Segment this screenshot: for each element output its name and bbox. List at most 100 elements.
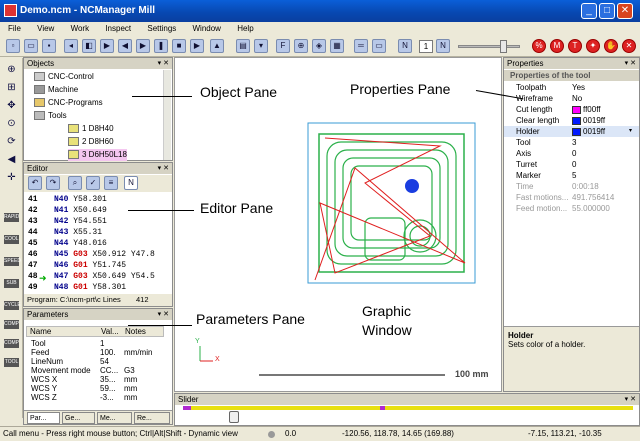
object-pane-scrollbar[interactable] xyxy=(163,70,171,160)
zoom-fit-icon[interactable]: ⊙ xyxy=(4,118,19,132)
arrow-left-icon[interactable]: ◀ xyxy=(4,154,19,168)
collision-stop-icon[interactable]: ✦ xyxy=(586,39,600,53)
tab-report[interactable]: Re... xyxy=(134,412,170,424)
editor-check-icon[interactable]: ✓ xyxy=(86,176,100,190)
step-back-icon[interactable]: ◀ xyxy=(118,39,132,53)
view-icon[interactable]: ◧ xyxy=(82,39,96,53)
editor-list-icon[interactable]: ≡ xyxy=(104,176,118,190)
param-name: WCS Z xyxy=(31,393,57,402)
property-row[interactable]: Axis 0 xyxy=(504,148,639,159)
speed-slider-thumb[interactable] xyxy=(500,40,507,53)
measure-icon[interactable]: ▭ xyxy=(372,39,386,53)
stop-icon[interactable]: ■ xyxy=(172,39,186,53)
pause-icon[interactable]: ❚ xyxy=(154,39,168,53)
percent-stop-icon[interactable]: % xyxy=(532,39,546,53)
toolpath-view[interactable] xyxy=(175,58,503,393)
column-notes[interactable]: Notes xyxy=(125,327,146,336)
dropdown-arrow-icon[interactable]: ▾ xyxy=(629,126,632,137)
tab-parameters[interactable]: Par... xyxy=(27,412,60,424)
pane-controls-icon[interactable]: ▾ ✕ xyxy=(625,58,636,69)
n-rewind-icon[interactable]: N xyxy=(398,39,412,53)
comp-toggle[interactable]: COMP xyxy=(4,320,19,329)
maximize-icon[interactable]: □ xyxy=(599,3,615,19)
zoom-window-icon[interactable]: ⊞ xyxy=(4,82,19,96)
undo-icon[interactable]: ◂ xyxy=(64,39,78,53)
speed-toggle[interactable]: SPEED xyxy=(4,257,21,266)
step-counter-field[interactable]: 1 xyxy=(419,40,433,53)
pane-controls-icon[interactable]: ▾ ✕ xyxy=(158,163,169,174)
menu-work[interactable]: Work xyxy=(71,24,90,33)
tree-item-tool-3[interactable]: 3 D6H50L18 xyxy=(68,149,127,161)
zoom-icon[interactable]: ⊕ xyxy=(294,39,308,53)
dropdown-icon[interactable]: ▾ xyxy=(254,39,268,53)
menu-help[interactable]: Help xyxy=(237,24,253,33)
t-stop-icon[interactable]: T xyxy=(568,39,582,53)
pane-controls-icon[interactable]: ▾ ✕ xyxy=(158,58,169,69)
column-name[interactable]: Name xyxy=(30,327,51,336)
graphic-window[interactable]: Y X 100 mm xyxy=(174,57,502,392)
editor-redo-icon[interactable]: ↷ xyxy=(46,176,60,190)
property-row[interactable]: Turret 0 xyxy=(504,159,639,170)
pane-controls-icon[interactable]: ▾ ✕ xyxy=(625,394,636,405)
rapid-toggle[interactable]: RAPID xyxy=(4,213,19,222)
editor-undo-icon[interactable]: ↶ xyxy=(28,176,42,190)
warning-icon[interactable]: ▲ xyxy=(210,39,224,53)
column-value[interactable]: Val... xyxy=(101,327,119,336)
close-icon[interactable]: ✕ xyxy=(617,3,633,19)
play-icon[interactable]: ▶ xyxy=(100,39,114,53)
property-row[interactable]: Toolpath Yes xyxy=(504,82,639,93)
open-folder-icon[interactable]: ▭ xyxy=(24,39,38,53)
tree-item-tool-1[interactable]: 1 D8H40 xyxy=(68,123,114,135)
editor-pane-title: Editor xyxy=(27,164,48,173)
zoom-in-icon[interactable]: ⊕ xyxy=(4,64,19,78)
hand-stop-icon[interactable]: ✋ xyxy=(604,39,618,53)
m0-stop-icon[interactable]: M xyxy=(550,39,564,53)
end-icon[interactable]: ▶ xyxy=(190,39,204,53)
menu-file[interactable]: File xyxy=(8,24,21,33)
grid-icon[interactable]: ▦ xyxy=(330,39,344,53)
timeline-track[interactable] xyxy=(183,406,633,410)
layer-icon[interactable]: ▤ xyxy=(236,39,250,53)
new-file-icon[interactable]: ▫ xyxy=(6,39,20,53)
n-forward-icon[interactable]: N xyxy=(436,39,450,53)
save-icon[interactable]: ▪ xyxy=(42,39,56,53)
speed-slider[interactable] xyxy=(458,45,520,48)
tool-toggle[interactable]: TOOL xyxy=(4,358,19,367)
table-row[interactable]: WCS Z -3... mm xyxy=(26,392,164,403)
editor-numbering-icon[interactable]: N xyxy=(124,176,138,190)
rotate-icon[interactable]: ⟳ xyxy=(4,136,19,150)
menu-inspect[interactable]: Inspect xyxy=(105,24,131,33)
step-forward-icon[interactable]: ▶ xyxy=(136,39,150,53)
sub-toggle[interactable]: SUB xyxy=(4,279,19,288)
minimize-icon[interactable]: _ xyxy=(581,3,597,19)
timeline-thumb[interactable] xyxy=(229,411,239,423)
property-row[interactable]: Clear length 0019ff xyxy=(504,115,639,126)
tree-item-machine[interactable]: Machine xyxy=(34,84,78,96)
fixture-icon[interactable]: F xyxy=(276,39,290,53)
pan-icon[interactable]: ✥ xyxy=(4,100,19,114)
property-row[interactable]: Wireframe No xyxy=(504,93,639,104)
property-row[interactable]: Cut length ff00ff xyxy=(504,104,639,115)
tree-item-tools[interactable]: Tools xyxy=(34,110,67,122)
editor-find-icon[interactable]: ⌕ xyxy=(68,176,82,190)
tree-item-tool-2[interactable]: 2 D8H60 xyxy=(68,136,114,148)
tab-measure[interactable]: Me... xyxy=(97,412,132,424)
ruler-icon[interactable]: ═ xyxy=(354,39,368,53)
property-row[interactable]: Marker 5 xyxy=(504,170,639,181)
axes-icon[interactable]: ✛ xyxy=(4,172,19,186)
menu-settings[interactable]: Settings xyxy=(147,24,176,33)
parameters-pane-header: Parameters ▾ ✕ xyxy=(24,309,172,320)
pane-controls-icon[interactable]: ▾ ✕ xyxy=(158,309,169,320)
property-row-selected[interactable]: Holder 0019ff ▾ xyxy=(504,126,639,137)
menu-view[interactable]: View xyxy=(37,24,54,33)
tree-item-cnc-programs[interactable]: CNC-Programs xyxy=(34,97,103,109)
property-row[interactable]: Tool 3 xyxy=(504,137,639,148)
menu-window[interactable]: Window xyxy=(193,24,221,33)
tree-item-cnc-control[interactable]: CNC-Control xyxy=(34,71,94,83)
cool-toggle[interactable]: COOL xyxy=(4,235,19,244)
tab-geometry[interactable]: Ge... xyxy=(62,412,95,424)
comp2-toggle[interactable]: COMP xyxy=(4,339,19,348)
cycle-toggle[interactable]: CYCLE xyxy=(4,301,21,310)
cancel-stop-icon[interactable]: ✕ xyxy=(622,39,636,53)
tools-icon[interactable]: ◈ xyxy=(312,39,326,53)
